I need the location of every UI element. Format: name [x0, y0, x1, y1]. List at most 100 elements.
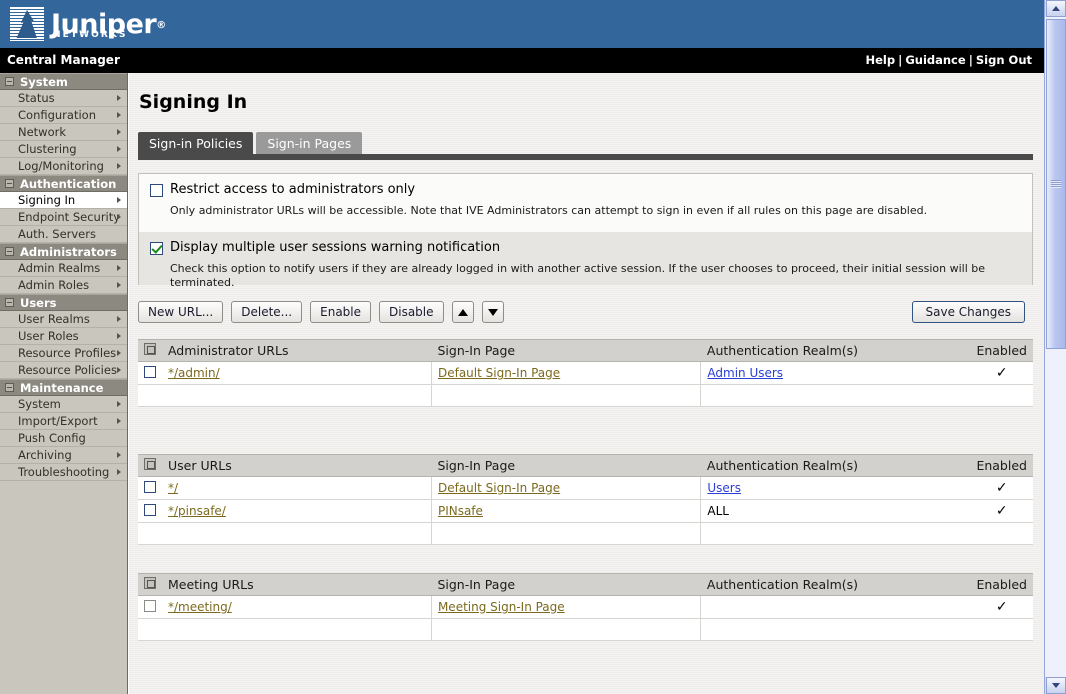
sidebar-item-system[interactable]: System	[0, 396, 127, 413]
row-select-cell[interactable]	[138, 362, 162, 385]
tab-sign-in-policies[interactable]: Sign-in Policies	[138, 132, 253, 154]
select-all-icon[interactable]	[144, 577, 156, 589]
option-checkbox-0[interactable]	[150, 184, 163, 197]
auth-realm-cell[interactable]: Admin Users	[701, 362, 971, 385]
sidebar-item-label: Resource Policies	[18, 363, 117, 377]
sidebar-item-label: User Realms	[18, 312, 90, 326]
sidebar-item-clustering[interactable]: Clustering	[0, 141, 127, 158]
help-link[interactable]: Help	[866, 53, 896, 67]
scroll-up-button[interactable]	[1046, 0, 1066, 17]
option-checkbox-1[interactable]	[150, 242, 163, 255]
scrollbar-thumb[interactable]	[1046, 19, 1066, 349]
url-cell[interactable]: */meeting/	[162, 596, 431, 619]
signin-page-link[interactable]: PINsafe	[438, 504, 483, 518]
signin-page-cell[interactable]: PINsafe	[431, 500, 700, 523]
row-select-cell[interactable]	[138, 500, 162, 523]
disable-button[interactable]: Disable	[379, 301, 444, 323]
sidebar-item-network[interactable]: Network	[0, 124, 127, 141]
sidebar-item-resource-profiles[interactable]: Resource Profiles	[0, 345, 127, 362]
url-cell[interactable]: */	[162, 477, 431, 500]
sidebar-item-archiving[interactable]: Archiving	[0, 447, 127, 464]
guidance-link[interactable]: Guidance	[905, 53, 965, 67]
sidebar-item-resource-policies[interactable]: Resource Policies	[0, 362, 127, 379]
table-row[interactable]: */pinsafe/PINsafeALL✓	[138, 500, 1033, 523]
signin-page-cell[interactable]: Meeting Sign-In Page	[431, 596, 700, 619]
sidebar-item-import-export[interactable]: Import/Export	[0, 413, 127, 430]
move-down-button[interactable]	[482, 301, 504, 323]
select-all-icon[interactable]	[144, 458, 156, 470]
url-link[interactable]: */admin/	[168, 366, 220, 380]
sidebar-item-log-monitoring[interactable]: Log/Monitoring	[0, 158, 127, 175]
sign-out-link[interactable]: Sign Out	[976, 53, 1032, 67]
sidebar-item-auth-servers[interactable]: Auth. Servers	[0, 226, 127, 243]
collapse-toggle-icon[interactable]	[5, 383, 14, 392]
sidebar-group-system[interactable]: System	[0, 73, 127, 90]
sidebar-item-admin-roles[interactable]: Admin Roles	[0, 277, 127, 294]
signin-page-link[interactable]: Default Sign-In Page	[438, 366, 560, 380]
url-link[interactable]: */meeting/	[168, 600, 232, 614]
sidebar-item-push-config[interactable]: Push Config	[0, 430, 127, 447]
empty-cell	[162, 619, 431, 641]
sidebar-item-user-roles[interactable]: User Roles	[0, 328, 127, 345]
signin-page-link[interactable]: Meeting Sign-In Page	[438, 600, 565, 614]
empty-cell	[431, 619, 700, 641]
sidebar-item-configuration[interactable]: Configuration	[0, 107, 127, 124]
signin-page-link[interactable]: Default Sign-In Page	[438, 481, 560, 495]
sidebar-group-administrators[interactable]: Administrators	[0, 243, 127, 260]
vertical-scrollbar[interactable]	[1044, 0, 1066, 694]
table-row[interactable]: */meeting/Meeting Sign-In Page✓	[138, 596, 1033, 619]
delete-button[interactable]: Delete...	[231, 301, 302, 323]
row-checkbox[interactable]	[144, 481, 156, 493]
signin-page-cell[interactable]: Default Sign-In Page	[431, 477, 700, 500]
collapse-toggle-icon[interactable]	[5, 247, 14, 256]
empty-cell	[970, 523, 1033, 545]
sidebar-item-admin-realms[interactable]: Admin Realms	[0, 260, 127, 277]
table-row[interactable]: */admin/Default Sign-In PageAdmin Users✓	[138, 362, 1033, 385]
collapse-toggle-icon[interactable]	[5, 77, 14, 86]
sidebar-item-status[interactable]: Status	[0, 90, 127, 107]
sidebar-group-users[interactable]: Users	[0, 294, 127, 311]
sidebar-group-authentication[interactable]: Authentication	[0, 175, 127, 192]
row-checkbox[interactable]	[144, 504, 156, 516]
select-all-icon[interactable]	[144, 343, 156, 355]
signin-page-cell[interactable]: Default Sign-In Page	[431, 362, 700, 385]
sidebar-navigation[interactable]: SystemStatusConfigurationNetworkClusteri…	[0, 73, 128, 694]
new-url-button[interactable]: New URL...	[138, 301, 223, 323]
auth-realm-cell[interactable]: Users	[701, 477, 971, 500]
sidebar-item-label: Archiving	[18, 448, 72, 462]
url-link[interactable]: */	[168, 481, 178, 495]
auth-realm-link[interactable]: Users	[707, 481, 741, 495]
chevron-right-icon	[117, 333, 121, 339]
move-up-button[interactable]	[452, 301, 474, 323]
select-all-header[interactable]	[138, 574, 162, 596]
url-cell[interactable]: */pinsafe/	[162, 500, 431, 523]
collapse-toggle-icon[interactable]	[5, 298, 14, 307]
select-all-header[interactable]	[138, 455, 162, 477]
table-row[interactable]: */Default Sign-In PageUsers✓	[138, 477, 1033, 500]
option-header: Display multiple user sessions warning n…	[150, 241, 1022, 255]
column-header: Authentication Realm(s)	[701, 455, 971, 477]
enable-button[interactable]: Enable	[310, 301, 371, 323]
url-link[interactable]: */pinsafe/	[168, 504, 226, 518]
row-checkbox[interactable]	[144, 600, 156, 612]
row-select-cell[interactable]	[138, 477, 162, 500]
chevron-right-icon	[117, 129, 121, 135]
collapse-toggle-icon[interactable]	[5, 179, 14, 188]
row-select-cell[interactable]	[138, 596, 162, 619]
save-changes-button[interactable]: Save Changes	[912, 301, 1025, 323]
sidebar-item-troubleshooting[interactable]: Troubleshooting	[0, 464, 127, 481]
row-checkbox[interactable]	[144, 366, 156, 378]
sidebar-item-signing-in[interactable]: Signing In	[0, 192, 127, 209]
chevron-right-icon	[117, 112, 121, 118]
sidebar-group-maintenance[interactable]: Maintenance	[0, 379, 127, 396]
auth-realm-link[interactable]: Admin Users	[707, 366, 783, 380]
sidebar-item-user-realms[interactable]: User Realms	[0, 311, 127, 328]
tab-sign-in-pages[interactable]: Sign-in Pages	[256, 132, 362, 154]
chevron-up-icon	[1052, 6, 1060, 11]
tab-bar[interactable]: Sign-in PoliciesSign-in Pages	[138, 132, 365, 154]
sidebar-item-label: User Roles	[18, 329, 79, 343]
scroll-down-button[interactable]	[1046, 677, 1066, 694]
url-cell[interactable]: */admin/	[162, 362, 432, 385]
sidebar-item-endpoint-security[interactable]: Endpoint Security	[0, 209, 127, 226]
select-all-header[interactable]	[138, 340, 162, 362]
